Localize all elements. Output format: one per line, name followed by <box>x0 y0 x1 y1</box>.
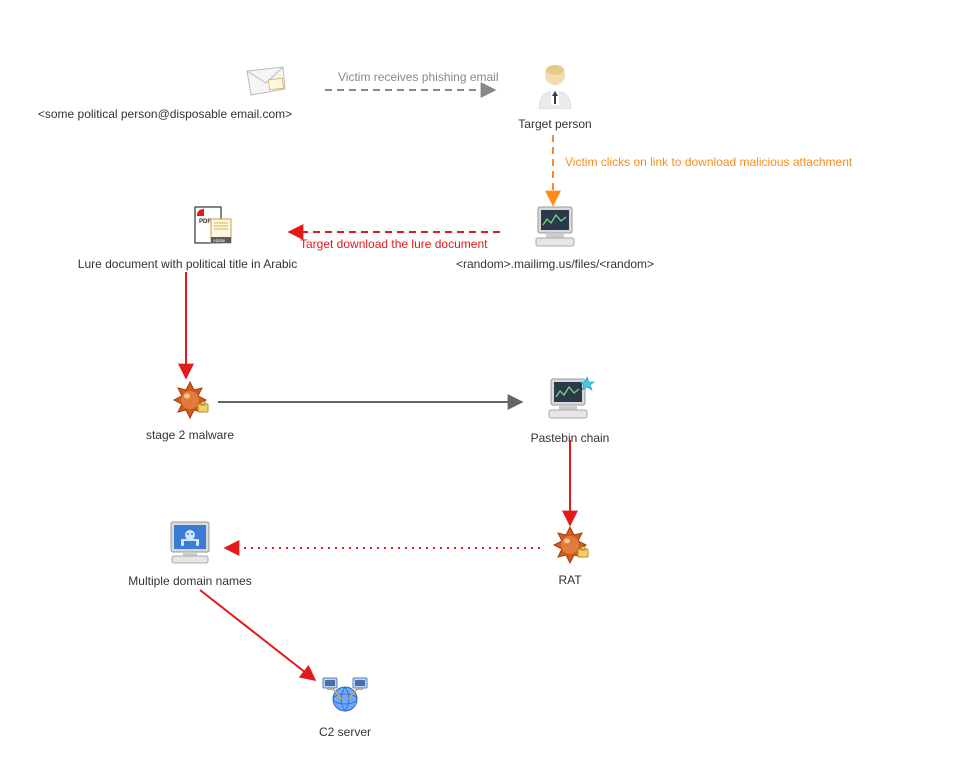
rat-label: RAT <box>558 572 581 588</box>
rat-node: RAT <box>540 525 600 588</box>
stage2-malware-node: stage 2 malware <box>135 380 245 443</box>
download-server-label: <random>.mailimg.us/files/<random> <box>456 256 654 272</box>
target-person-label: Target person <box>518 116 591 132</box>
network-icon <box>319 675 371 720</box>
c2-server-label: C2 server <box>319 724 371 740</box>
person-icon <box>535 63 575 112</box>
infected-screen-icon <box>166 520 214 569</box>
lure-document-node: PDF Adobe Lure document with political t… <box>60 205 315 272</box>
click-edge-label: Victim clicks on link to download malici… <box>565 155 852 169</box>
server-icon <box>545 375 595 426</box>
pastebin-label: Pastebin chain <box>531 430 610 446</box>
domains-label: Multiple domain names <box>128 573 251 589</box>
svg-text:Adobe: Adobe <box>213 238 226 243</box>
svg-text:PDF: PDF <box>199 219 211 225</box>
email-label: <some political person@disposable email.… <box>38 106 292 122</box>
stage2-malware-label: stage 2 malware <box>146 427 234 443</box>
bomb-icon <box>168 380 212 423</box>
pastebin-node: Pastebin chain <box>520 375 620 446</box>
c2-server-node: C2 server <box>300 675 390 740</box>
email-icon <box>243 65 287 102</box>
server-icon <box>532 205 578 252</box>
download-edge-label: Target download the lure document <box>300 237 487 251</box>
lure-document-label: Lure document with political title in Ar… <box>78 256 297 272</box>
target-person-node: Target person <box>505 63 605 132</box>
domains-node: Multiple domain names <box>115 520 265 589</box>
bomb-icon <box>548 525 592 568</box>
phishing-edge-label: Victim receives phishing email <box>338 70 499 84</box>
pdf-icon: PDF Adobe <box>193 205 233 252</box>
email-node: <some political person@disposable email.… <box>20 65 310 122</box>
